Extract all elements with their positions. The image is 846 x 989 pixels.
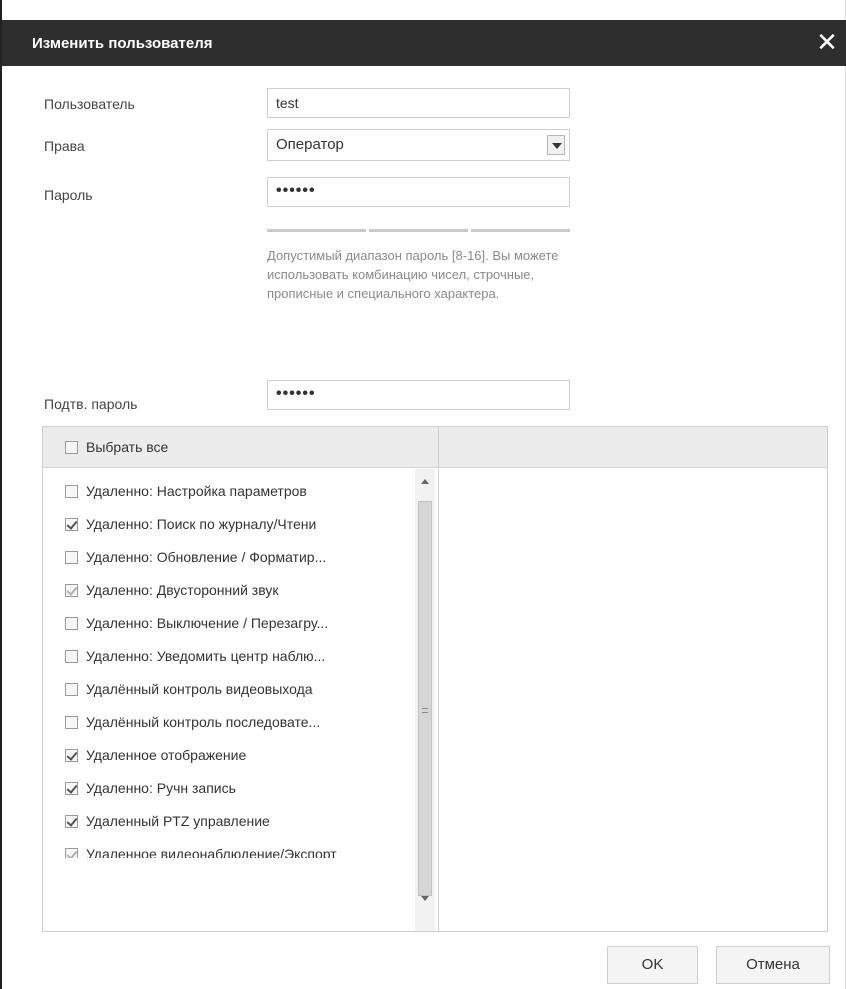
cancel-button[interactable]: Отмена — [716, 946, 830, 984]
panel-divider — [438, 427, 439, 931]
rights-label: Права — [44, 138, 85, 154]
permission-item[interactable]: Удаленно: Ручн запись — [65, 780, 410, 800]
permission-item[interactable]: Удалённый контроль последовате... — [65, 714, 410, 734]
close-icon[interactable]: ✕ — [814, 29, 840, 55]
username-field[interactable]: test — [267, 88, 570, 118]
rights-selected-value: Оператор — [276, 136, 344, 153]
permissions-header: Выбрать все — [43, 427, 827, 468]
permission-label: Удаленно: Ручн запись — [86, 780, 236, 796]
permission-checkbox[interactable] — [65, 584, 78, 597]
password-strength-bar-1 — [267, 229, 366, 232]
rights-select[interactable]: Оператор — [267, 129, 570, 161]
permission-checkbox[interactable] — [65, 815, 78, 828]
select-all-checkbox[interactable] — [65, 441, 78, 454]
permission-checkbox[interactable] — [65, 617, 78, 630]
permission-checkbox[interactable] — [65, 551, 78, 564]
password-field[interactable]: •••••• — [267, 177, 570, 207]
permission-checkbox[interactable] — [65, 683, 78, 696]
scroll-thumb[interactable] — [418, 501, 432, 896]
permission-label: Удаленный PTZ управление — [86, 813, 270, 829]
edit-user-dialog: Изменить пользователя ✕ Пользователь tes… — [0, 0, 846, 989]
permission-item[interactable]: Удаленно: Обновление / Форматир... — [65, 549, 410, 569]
permission-checkbox[interactable] — [65, 782, 78, 795]
permission-item[interactable]: Удаленно: Настройка параметров — [65, 483, 410, 503]
permission-item[interactable]: Удаленное отображение — [65, 747, 410, 767]
permission-item[interactable]: Удаленно: Выключение / Перезагру... — [65, 615, 410, 635]
permission-item[interactable]: Удалённый контроль видеовыхода — [65, 681, 410, 701]
password-strength-bar-3 — [471, 229, 570, 232]
permission-checkbox[interactable] — [65, 848, 78, 858]
grip-icon — [422, 708, 428, 713]
ok-button[interactable]: OK — [607, 946, 698, 984]
permission-item[interactable]: Удаленно: Двусторонний звук — [65, 582, 410, 602]
permission-label: Удалённый контроль последовате... — [86, 714, 321, 730]
permission-label: Удаленно: Настройка параметров — [86, 483, 307, 499]
permission-item[interactable]: Удаленное видеонаблюдение/Экспорт — [65, 846, 410, 858]
permission-label: Удаленно: Обновление / Форматир... — [86, 549, 327, 565]
permission-label: Удаленное отображение — [86, 747, 247, 763]
permissions-panel: Выбрать все Удаленно: Настройка параметр… — [42, 426, 828, 932]
permission-item[interactable]: Удаленно: Уведомить центр наблю... — [65, 648, 410, 668]
permission-label: Удаленно: Выключение / Перезагру... — [86, 615, 329, 631]
select-all-row[interactable]: Выбрать все — [65, 439, 168, 459]
permission-checkbox[interactable] — [65, 518, 78, 531]
permission-checkbox[interactable] — [65, 485, 78, 498]
scroll-up-icon[interactable] — [421, 479, 429, 484]
confirm-password-field[interactable]: •••••• — [267, 380, 570, 410]
password-label: Пароль — [44, 187, 93, 203]
password-hint: Допустимый диапазон пароль [8-16]. Вы мо… — [267, 248, 559, 301]
dialog-title: Изменить пользователя — [32, 35, 213, 52]
permission-item[interactable]: Удаленно: Поиск по журналу/Чтени — [65, 516, 410, 536]
dialog-titlebar: Изменить пользователя ✕ — [2, 20, 846, 66]
permission-label: Удаленно: Поиск по журналу/Чтени — [86, 516, 317, 532]
permission-label: Удалённый контроль видеовыхода — [86, 681, 313, 697]
permission-label: Удаленно: Двусторонний звук — [86, 582, 279, 598]
select-all-label: Выбрать все — [86, 439, 169, 455]
confirm-password-label: Подтв. пароль — [44, 396, 138, 412]
user-label: Пользователь — [44, 96, 135, 112]
permission-checkbox[interactable] — [65, 749, 78, 762]
password-strength-bar-2 — [369, 229, 468, 232]
permission-checkbox[interactable] — [65, 716, 78, 729]
chevron-down-icon[interactable] — [547, 135, 565, 155]
scroll-down-icon[interactable] — [421, 896, 429, 901]
permission-label: Удаленно: Уведомить центр наблю... — [86, 648, 326, 664]
permission-item[interactable]: Удаленный PTZ управление — [65, 813, 410, 833]
permissions-scrollbar[interactable] — [415, 469, 435, 931]
permission-checkbox[interactable] — [65, 650, 78, 663]
permission-label: Удаленное видеонаблюдение/Экспорт — [86, 846, 337, 858]
